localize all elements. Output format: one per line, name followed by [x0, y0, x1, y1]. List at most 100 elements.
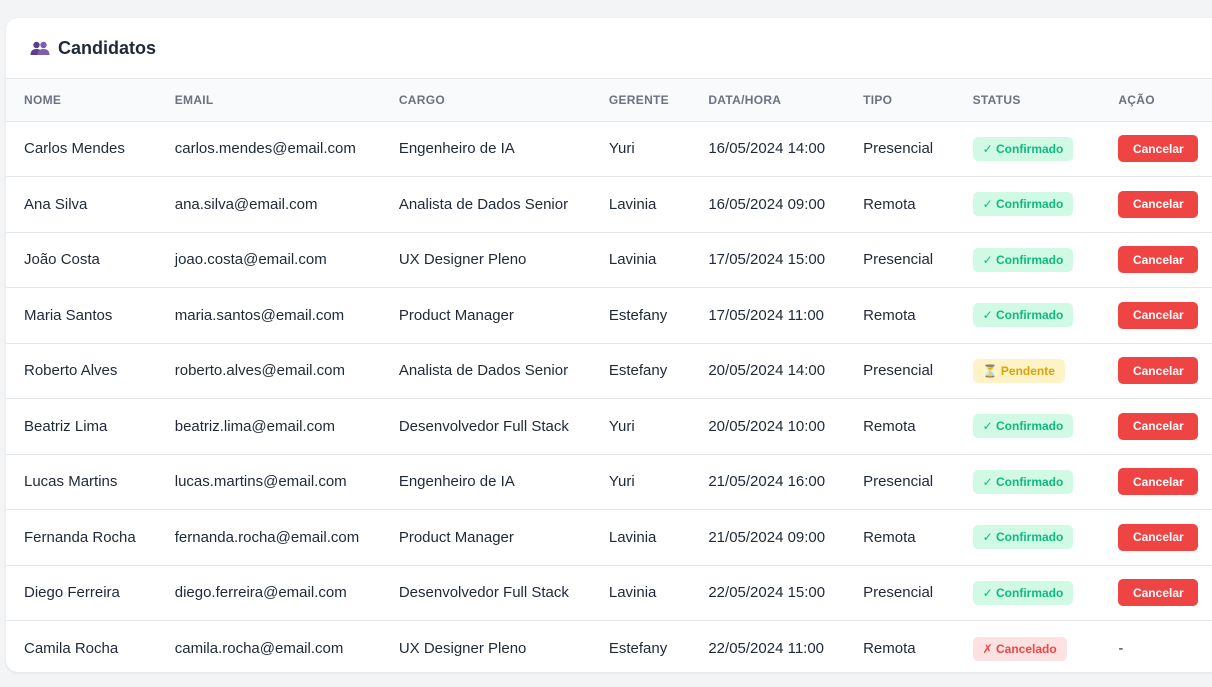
cell-nome: Roberto Alves: [24, 362, 118, 380]
table-row: Ana Silva ana.silva@email.com Analista de …: [6, 177, 1212, 233]
cell-status: ✓ Confirmado: [955, 399, 1101, 455]
cell-gerente: Yuri: [608, 417, 635, 435]
cell-status: ✓ Confirmado: [955, 121, 1101, 177]
cell-tipo: Remota: [863, 528, 916, 546]
cancel-button[interactable]: Cancelar: [1118, 468, 1199, 496]
cell-nome: Camila Rocha: [24, 640, 119, 657]
table-row: Lucas Martins lucas.martins@email.com Enge…: [6, 454, 1212, 510]
cell-email: diego.ferreira@email.com: [174, 584, 347, 602]
table-row: João Costa joao.costa@email.com UX Designe…: [6, 232, 1212, 288]
table-row: Camila Rocha camila.rocha@email.com UX Des…: [6, 621, 1212, 673]
cell-data-hora: 20/05/2024 14:00: [708, 362, 826, 380]
cell-tipo: Presencial: [863, 140, 934, 158]
column-header-gerente[interactable]: GERENTE: [591, 79, 690, 121]
status-badge: ✓ Confirmado: [972, 525, 1074, 550]
status-badge: ⏳ Pendente: [972, 358, 1065, 383]
status-badge: ✓ Confirmado: [972, 192, 1074, 217]
card-header: Candidatos: [6, 18, 1212, 79]
cancel-button[interactable]: Cancelar: [1118, 135, 1199, 163]
cell-data-hora: 17/05/2024 15:00: [708, 251, 826, 269]
column-header-cargo[interactable]: CARGO: [381, 79, 591, 121]
cell-cargo: Analista de Dados Senior: [398, 362, 569, 380]
column-header-data-hora[interactable]: DATA/HORA: [690, 79, 845, 121]
status-badge: ✓ Confirmado: [972, 414, 1074, 439]
cell-status: ✓ Confirmado: [955, 510, 1101, 566]
table-row: Beatriz Lima beatriz.lima@email.com Desenv…: [6, 399, 1212, 455]
cell-nome: Beatriz Lima: [24, 417, 108, 435]
column-header-tipo[interactable]: TIPO: [845, 79, 955, 121]
cell-status: ✓ Confirmado: [955, 454, 1101, 510]
cell-tipo: Presencial: [863, 362, 934, 380]
cell-cargo: Desenvolvedor Full Stack: [398, 417, 569, 435]
table-header-row: NOME EMAIL CARGO GERENTE DATA/HORA TIPO …: [6, 79, 1212, 121]
no-action-text: -: [1118, 640, 1124, 657]
cell-nome: Diego Ferreira: [24, 584, 120, 602]
status-badge: ✓ Confirmado: [972, 303, 1074, 328]
cell-email: lucas.martins@email.com: [174, 473, 347, 491]
cell-cargo: Engenheiro de IA: [398, 473, 515, 491]
people-icon: [30, 40, 50, 56]
cell-nome: Carlos Mendes: [24, 140, 125, 158]
cell-acao: Cancelar: [1100, 565, 1212, 621]
cell-acao: Cancelar: [1100, 343, 1212, 399]
cell-nome: Lucas Martins: [24, 473, 118, 491]
cancel-button[interactable]: Cancelar: [1118, 246, 1199, 274]
table-row: Carlos Mendes carlos.mendes@email.com Enge…: [6, 121, 1212, 177]
cell-status: ✗ Cancelado: [955, 621, 1101, 673]
cell-nome: Ana Silva: [24, 195, 88, 213]
cell-cargo: UX Designer Pleno: [398, 640, 527, 657]
cancel-button[interactable]: Cancelar: [1118, 357, 1199, 385]
cell-status: ✓ Confirmado: [955, 232, 1101, 288]
cell-tipo: Presencial: [863, 473, 934, 491]
cell-email: maria.santos@email.com: [174, 306, 345, 324]
cell-cargo: Product Manager: [398, 306, 514, 324]
cell-acao: -: [1100, 621, 1212, 673]
table-row: Fernanda Rocha fernanda.rocha@email.com Pr…: [6, 510, 1212, 566]
cell-gerente: Estefany: [608, 306, 668, 324]
table-row: Roberto Alves roberto.alves@email.com Anal…: [6, 343, 1212, 399]
cancel-button[interactable]: Cancelar: [1118, 301, 1199, 329]
table-row: Diego Ferreira diego.ferreira@email.com De…: [6, 565, 1212, 621]
cell-email: roberto.alves@email.com: [174, 362, 346, 380]
column-header-status[interactable]: STATUS: [955, 79, 1101, 121]
cell-email: fernanda.rocha@email.com: [174, 528, 360, 546]
cell-email: camila.rocha@email.com: [174, 640, 344, 657]
cell-email: ana.silva@email.com: [174, 195, 318, 213]
cancel-button[interactable]: Cancelar: [1118, 579, 1199, 607]
cell-gerente: Yuri: [608, 140, 635, 158]
cell-acao: Cancelar: [1100, 288, 1212, 344]
cell-gerente: Estefany: [608, 362, 668, 380]
cell-acao: Cancelar: [1100, 121, 1212, 177]
cell-tipo: Remota: [863, 306, 916, 324]
cancel-button[interactable]: Cancelar: [1118, 190, 1199, 218]
candidates-table: NOME EMAIL CARGO GERENTE DATA/HORA TIPO …: [6, 79, 1212, 672]
cell-gerente: Lavinia: [608, 195, 657, 213]
cell-gerente: Lavinia: [608, 584, 657, 602]
cell-tipo: Presencial: [863, 584, 934, 602]
cell-acao: Cancelar: [1100, 177, 1212, 233]
cell-data-hora: 16/05/2024 14:00: [708, 140, 826, 158]
cell-tipo: Remota: [863, 195, 916, 213]
cell-acao: Cancelar: [1100, 399, 1212, 455]
cell-data-hora: 20/05/2024 10:00: [708, 417, 826, 435]
cell-tipo: Presencial: [863, 251, 934, 269]
status-badge: ✗ Cancelado: [972, 636, 1067, 661]
cell-email: joao.costa@email.com: [174, 251, 327, 269]
cell-gerente: Lavinia: [608, 528, 657, 546]
page-title: Candidatos: [58, 37, 157, 58]
cell-status: ✓ Confirmado: [955, 288, 1101, 344]
cell-nome: João Costa: [24, 251, 100, 269]
status-badge: ✓ Confirmado: [972, 247, 1074, 272]
cancel-button[interactable]: Cancelar: [1118, 412, 1199, 440]
cell-cargo: Analista de Dados Senior: [398, 195, 569, 213]
cell-data-hora: 22/05/2024 15:00: [708, 584, 826, 602]
cell-cargo: UX Designer Pleno: [398, 251, 527, 269]
column-header-email[interactable]: EMAIL: [157, 79, 381, 121]
cell-gerente: Yuri: [608, 473, 635, 491]
column-header-nome[interactable]: NOME: [6, 79, 157, 121]
cell-data-hora: 17/05/2024 11:00: [708, 306, 825, 324]
cell-cargo: Product Manager: [398, 528, 514, 546]
cancel-button[interactable]: Cancelar: [1118, 523, 1199, 551]
status-badge: ✓ Confirmado: [972, 469, 1074, 494]
candidates-card: Candidatos NOME EMAIL CARGO GERENTE DATA…: [6, 18, 1212, 672]
